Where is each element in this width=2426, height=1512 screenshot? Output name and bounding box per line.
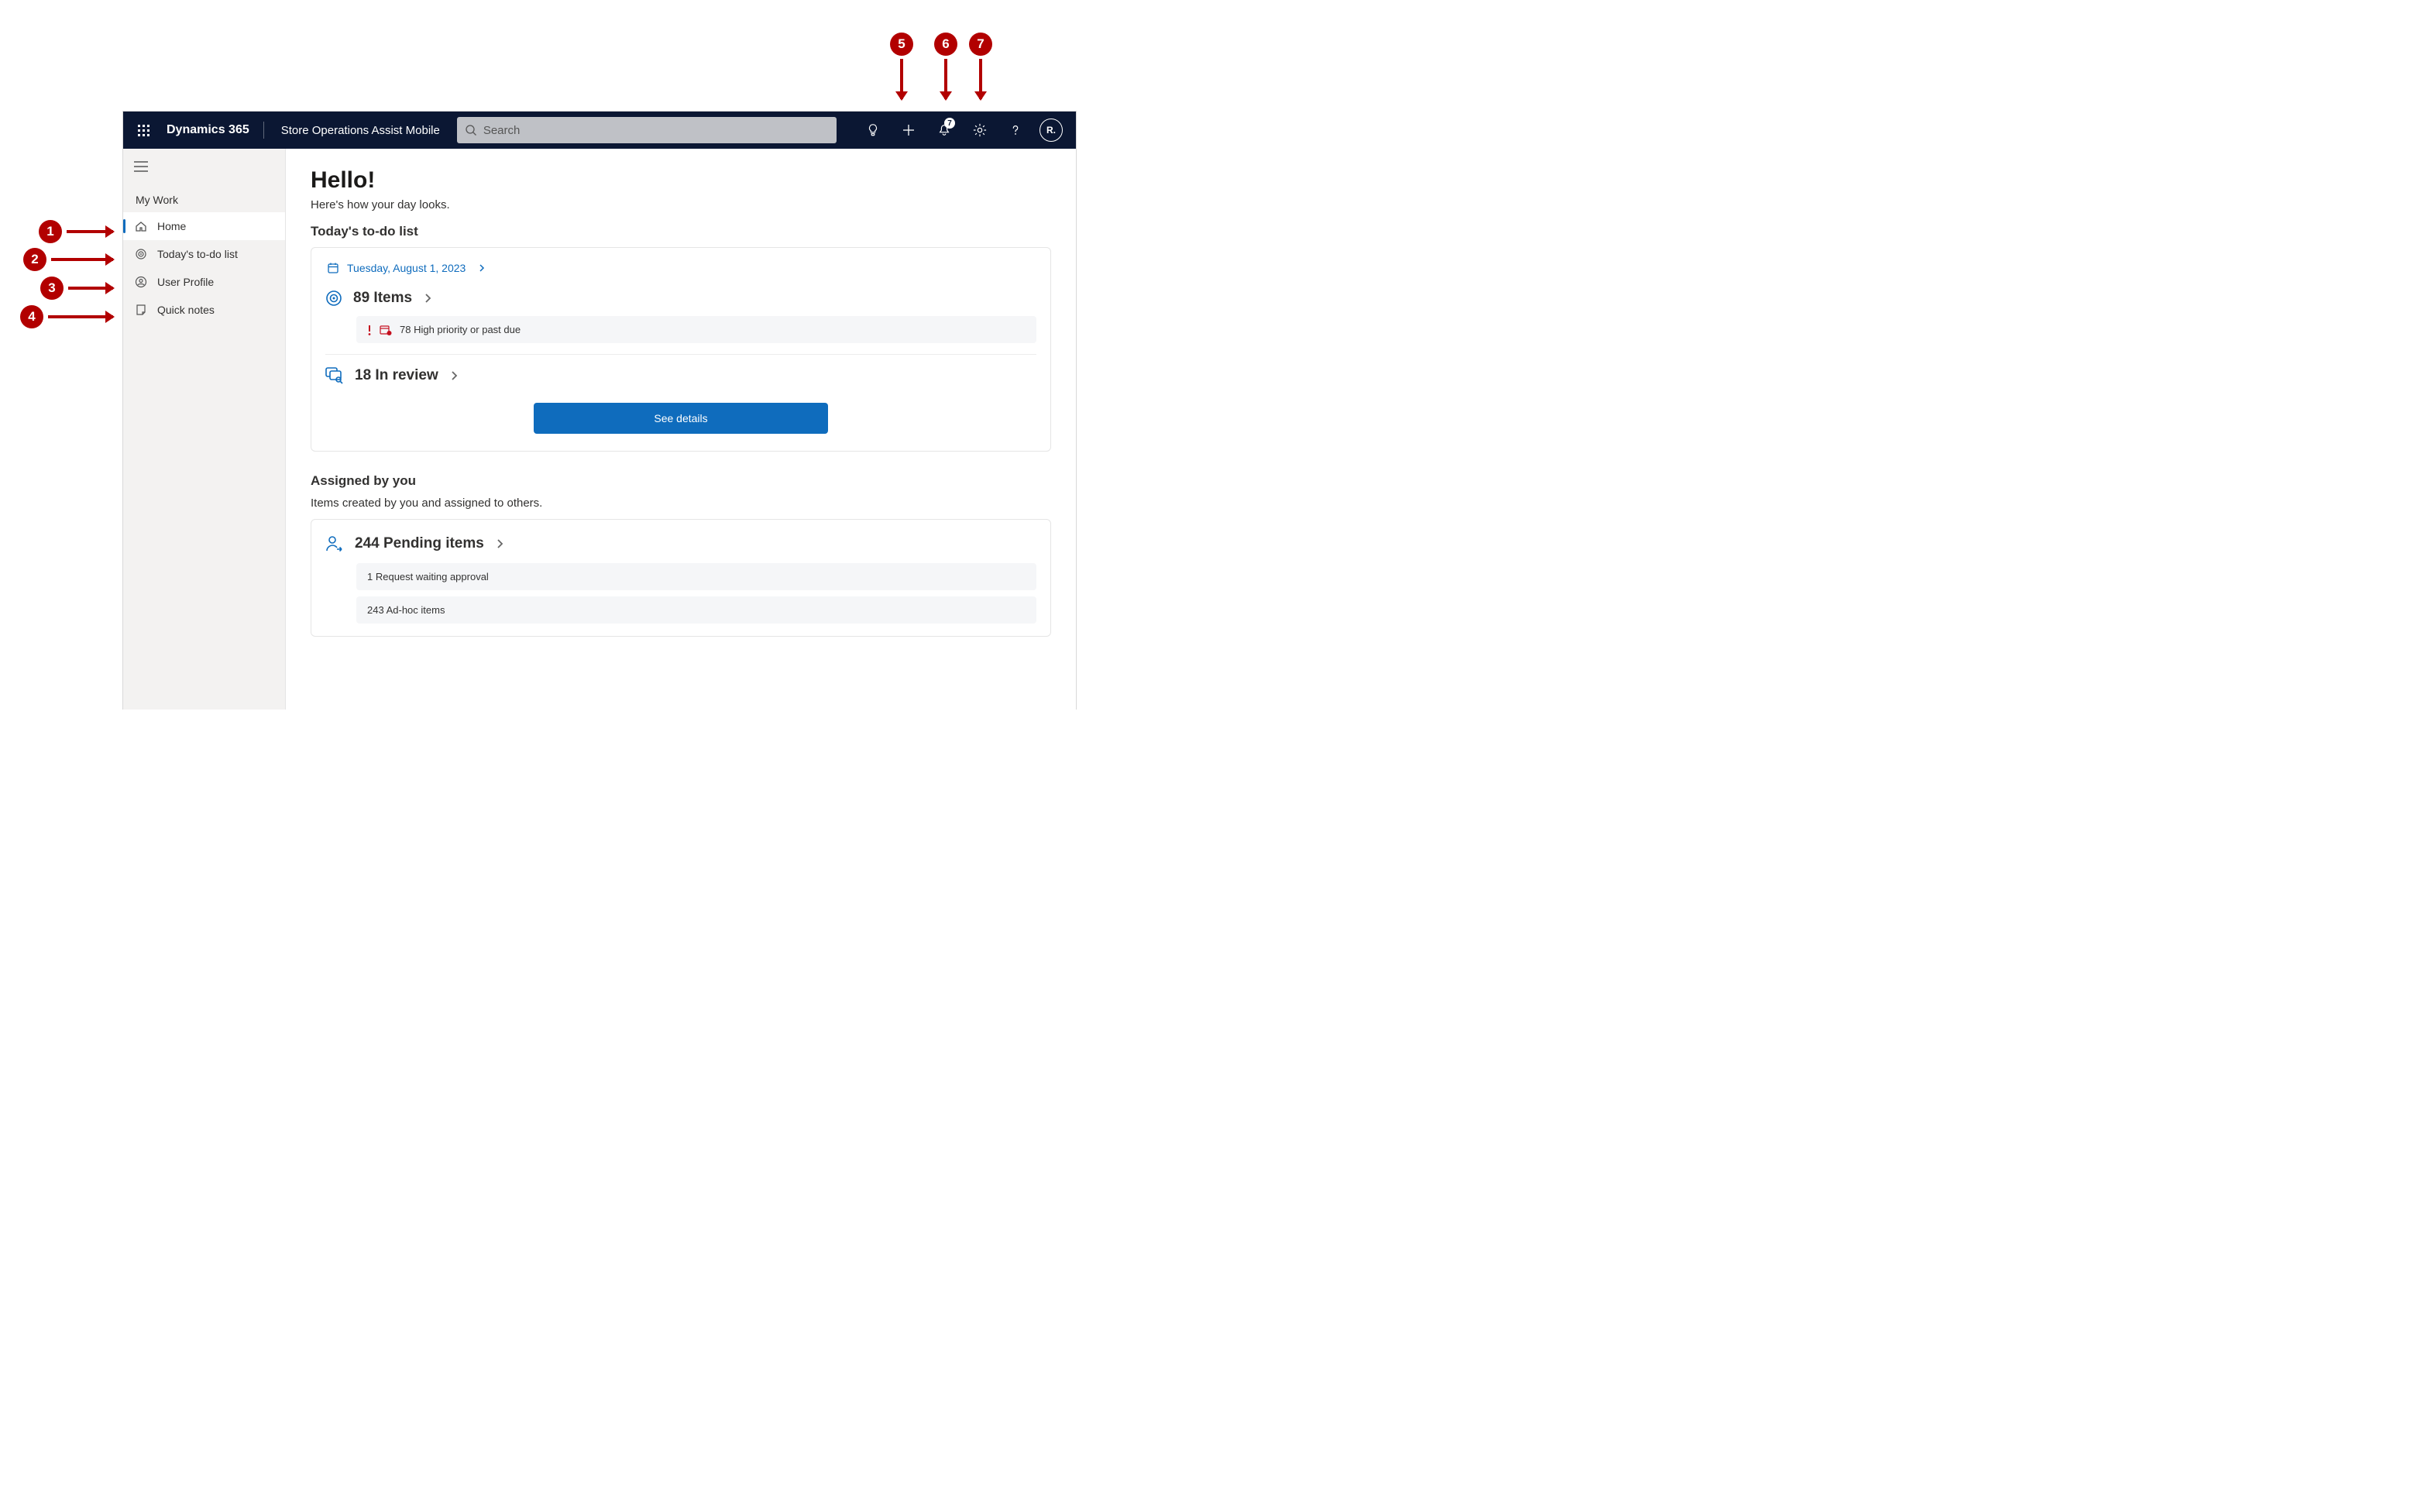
callout-3: 3 <box>40 277 64 300</box>
callout-6: 6 <box>934 33 957 56</box>
assigned-card: 244 Pending items 1 Request waiting appr… <box>311 519 1051 637</box>
items-count-label: 89 Items <box>353 290 412 307</box>
avatar-initial: R. <box>1039 119 1063 142</box>
chevron-right-icon <box>478 264 486 272</box>
sidebar-item-home[interactable]: Home <box>123 212 285 240</box>
lightbulb-icon[interactable] <box>856 112 890 149</box>
see-details-button[interactable]: See details <box>534 403 828 434</box>
chevron-right-icon <box>423 294 432 303</box>
hamburger-icon <box>134 161 148 172</box>
topbar: Dynamics 365 Store Operations Assist Mob… <box>123 112 1076 149</box>
assigned-subtitle: Items created by you and assigned to oth… <box>311 497 1051 510</box>
arrow-right-icon <box>67 230 113 233</box>
main-content: Hello! Here's how your day looks. Today'… <box>286 149 1076 710</box>
bullseye-icon <box>325 290 342 307</box>
gear-icon[interactable] <box>963 112 997 149</box>
arrow-down-icon <box>944 59 947 99</box>
page-subtitle: Here's how your day looks. <box>311 198 1051 211</box>
review-icon <box>325 367 344 384</box>
search-icon <box>465 124 477 136</box>
todo-card: Tuesday, August 1, 2023 89 Items 78 High… <box>311 247 1051 452</box>
callout-1: 1 <box>39 220 62 243</box>
home-icon <box>134 219 148 233</box>
chevron-right-icon <box>495 539 504 548</box>
high-priority-label: 78 High priority or past due <box>400 324 521 335</box>
callout-2: 2 <box>23 248 46 271</box>
calendar-alert-icon <box>380 325 392 335</box>
in-review-label: 18 In review <box>355 367 438 384</box>
pending-label: 244 Pending items <box>355 535 484 552</box>
search-input[interactable] <box>483 124 829 137</box>
sidebar-item-notes[interactable]: Quick notes <box>123 296 285 324</box>
app-window: Dynamics 365 Store Operations Assist Mob… <box>122 111 1077 710</box>
pending-row[interactable]: 244 Pending items <box>325 531 1036 557</box>
calendar-icon <box>327 262 339 274</box>
arrow-down-icon <box>900 59 903 99</box>
page-title: Hello! <box>311 167 1051 194</box>
in-review-row[interactable]: 18 In review <box>325 363 1036 389</box>
sidebar: My Work Home Today's to-do list <box>123 149 286 710</box>
app-launcher-icon[interactable] <box>126 112 160 149</box>
notification-bell-icon[interactable]: 7 <box>927 112 961 149</box>
high-priority-row[interactable]: 78 High priority or past due <box>356 316 1036 343</box>
sidebar-item-todo[interactable]: Today's to-do list <box>123 240 285 268</box>
date-picker[interactable]: Tuesday, August 1, 2023 <box>325 259 1036 285</box>
divider <box>325 354 1036 355</box>
callout-5: 5 <box>890 33 913 56</box>
assigned-heading: Assigned by you <box>311 473 1051 489</box>
arrow-right-icon <box>68 287 113 290</box>
callout-4: 4 <box>20 305 43 328</box>
person-arrow-icon <box>325 535 344 552</box>
items-row[interactable]: 89 Items <box>325 285 1036 311</box>
divider <box>263 122 264 139</box>
app-title: Store Operations Assist Mobile <box>267 124 454 137</box>
plus-icon[interactable] <box>892 112 926 149</box>
alert-icon <box>367 325 372 335</box>
search-box[interactable] <box>457 117 837 143</box>
sidebar-section-label: My Work <box>123 177 285 212</box>
sidebar-item-label: User Profile <box>157 276 214 288</box>
sidebar-item-label: Quick notes <box>157 304 215 316</box>
arrow-right-icon <box>48 315 113 318</box>
chevron-right-icon <box>449 371 459 380</box>
date-label: Tuesday, August 1, 2023 <box>347 262 466 274</box>
avatar[interactable]: R. <box>1034 112 1068 149</box>
request-approval-row[interactable]: 1 Request waiting approval <box>356 563 1036 590</box>
callout-7: 7 <box>969 33 992 56</box>
help-icon[interactable] <box>998 112 1033 149</box>
notification-badge: 7 <box>944 118 955 129</box>
sidebar-item-profile[interactable]: User Profile <box>123 268 285 296</box>
adhoc-items-row[interactable]: 243 Ad-hoc items <box>356 596 1036 624</box>
user-icon <box>134 275 148 289</box>
sidebar-item-label: Home <box>157 220 186 232</box>
target-icon <box>134 247 148 261</box>
note-icon <box>134 303 148 317</box>
arrow-right-icon <box>51 258 113 261</box>
sidebar-toggle[interactable] <box>123 155 285 177</box>
brand-label: Dynamics 365 <box>163 123 260 137</box>
arrow-down-icon <box>979 59 982 99</box>
sidebar-item-label: Today's to-do list <box>157 248 238 260</box>
todo-heading: Today's to-do list <box>311 224 1051 239</box>
